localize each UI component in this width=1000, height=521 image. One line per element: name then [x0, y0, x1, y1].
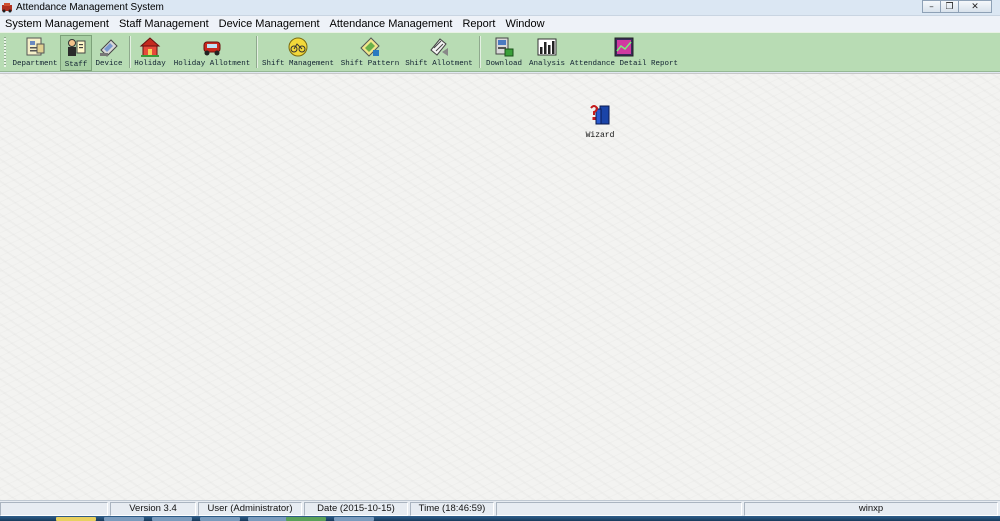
menu-staff-management[interactable]: Staff Management [114, 16, 214, 32]
analysis-label: Analysis [528, 60, 565, 68]
shift-management-label: Shift Management [261, 60, 334, 68]
shift-pattern-icon [360, 37, 380, 57]
wizard-shortcut[interactable]: Wizard [576, 102, 624, 140]
restore-button[interactable]: ❐ [940, 0, 959, 13]
device-button[interactable]: Device [93, 35, 125, 71]
toolbar: Department Staff Device Holiday Holiday … [0, 32, 1000, 72]
staff-label: Staff [64, 61, 88, 69]
attendance-detail-report-label: Attendance Detail Report [569, 60, 679, 68]
menu-attendance-management[interactable]: Attendance Management [325, 16, 458, 32]
menu-report[interactable]: Report [457, 16, 500, 32]
toolbar-separator [256, 36, 258, 68]
window-title: Attendance Management System [16, 2, 164, 13]
taskbar-button[interactable] [56, 517, 96, 521]
status-pane-empty [496, 502, 742, 516]
taskbar-button[interactable] [334, 517, 374, 521]
device-label: Device [95, 60, 123, 68]
wizard-icon [590, 105, 610, 125]
shift-allotment-label: Shift Allotment [405, 60, 473, 68]
menu-window[interactable]: Window [500, 16, 549, 32]
status-time: Time (18:46:59) [410, 502, 494, 516]
title-bar: Attendance Management System – ❐ ✕ [0, 0, 1000, 16]
taskbar [0, 516, 1000, 521]
taskbar-button[interactable] [104, 517, 144, 521]
department-icon [26, 37, 45, 56]
close-button[interactable]: ✕ [958, 0, 992, 13]
download-button[interactable]: Download [483, 35, 525, 71]
menu-device-management[interactable]: Device Management [214, 16, 325, 32]
analysis-icon [537, 38, 557, 56]
app-icon [2, 3, 12, 13]
shift-management-button[interactable]: Shift Management [261, 35, 335, 71]
menu-system-management[interactable]: System Management [0, 16, 114, 32]
car-icon [203, 41, 221, 56]
shift-allotment-icon [430, 38, 448, 56]
holiday-button[interactable]: Holiday [133, 35, 167, 71]
holiday-label: Holiday [134, 60, 166, 68]
analysis-button[interactable]: Analysis [527, 35, 567, 71]
download-icon [495, 37, 514, 57]
taskbar-button[interactable] [248, 517, 288, 521]
department-label: Department [12, 60, 58, 68]
shift-pattern-label: Shift Pattern [340, 60, 400, 68]
attendance-detail-report-button[interactable]: Attendance Detail Report [569, 35, 679, 71]
status-pane-empty [0, 502, 108, 516]
holiday-icon [139, 37, 161, 57]
taskbar-button[interactable] [200, 517, 240, 521]
status-user: User (Administrator) [198, 502, 302, 516]
staff-button[interactable]: Staff [60, 35, 92, 71]
status-bar: Version 3.4 User (Administrator) Date (2… [0, 500, 1000, 517]
toolbar-separator [129, 36, 131, 68]
status-host: winxp [744, 502, 998, 516]
mdi-workspace: Wizard [0, 73, 1000, 501]
download-label: Download [485, 60, 522, 68]
toolbar-grip[interactable] [4, 37, 6, 67]
report-chart-icon [614, 37, 634, 57]
department-button[interactable]: Department [12, 35, 58, 71]
status-version: Version 3.4 [110, 502, 196, 516]
toolbar-separator [479, 36, 481, 68]
holiday-allotment-label: Holiday Allotment [173, 60, 251, 68]
holiday-allotment-button[interactable]: Holiday Allotment [172, 35, 252, 71]
bicycle-icon [288, 37, 308, 57]
shift-allotment-button[interactable]: Shift Allotment [404, 35, 474, 71]
minimize-button[interactable]: – [922, 0, 941, 13]
taskbar-button[interactable] [152, 517, 192, 521]
staff-icon [68, 39, 86, 56]
shift-pattern-button[interactable]: Shift Pattern [339, 35, 401, 71]
device-icon [100, 39, 118, 57]
wizard-label: Wizard [585, 131, 615, 140]
taskbar-button[interactable] [286, 517, 326, 521]
status-date: Date (2015-10-15) [304, 502, 408, 516]
menu-bar: System Management Staff Management Devic… [0, 16, 1000, 32]
